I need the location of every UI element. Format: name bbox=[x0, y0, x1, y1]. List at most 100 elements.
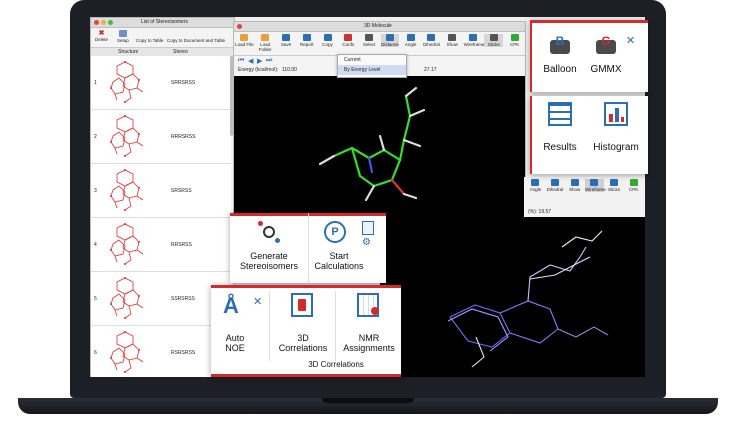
balloon-button[interactable]: B Balloon bbox=[538, 32, 582, 87]
close-dot[interactable] bbox=[94, 20, 99, 25]
toolbar-label: Dihedral bbox=[546, 187, 564, 192]
toolbar-label: Angle bbox=[404, 42, 417, 47]
wireframe-icon bbox=[590, 179, 599, 186]
close-dot[interactable] bbox=[237, 24, 242, 29]
toolbar-label: Copy bbox=[322, 42, 333, 47]
row-number: 3 bbox=[94, 188, 97, 194]
table-row[interactable]: 5 SSRSRSS bbox=[91, 272, 231, 326]
generate-stereoisomers-button[interactable]: Generate Stereoisomers bbox=[234, 221, 304, 281]
first-frame-icon[interactable]: ⏮ bbox=[238, 57, 244, 65]
settings-icon[interactable]: ⚙ bbox=[362, 237, 371, 248]
analysis-panel: Results Histogram bbox=[530, 96, 648, 174]
overlay-viewer[interactable] bbox=[380, 217, 645, 377]
load-file-icon bbox=[240, 34, 249, 41]
toolbar-label: CPK bbox=[509, 42, 520, 47]
last-frame-icon[interactable]: ⏭ bbox=[266, 57, 272, 65]
cpk-icon bbox=[629, 179, 638, 186]
document-icon[interactable] bbox=[362, 221, 374, 235]
right-toolbar-area: Angle Dihedral Show Wireframe Sticks CPK (%):… bbox=[524, 177, 645, 217]
confs-dropdown-menu: Current By Energy Level bbox=[337, 54, 407, 78]
toolbar-button-angle[interactable]: Angle bbox=[401, 34, 420, 47]
prev-frame-icon[interactable]: ◀ bbox=[248, 57, 253, 65]
wireframe-icon bbox=[469, 34, 478, 41]
gmmx-button[interactable]: G GMMX bbox=[584, 32, 628, 87]
sticks-icon bbox=[609, 179, 618, 186]
toolbar-label: Load File bbox=[235, 42, 254, 47]
play-icon[interactable]: ▶ bbox=[257, 57, 262, 65]
gmmx-icon: G bbox=[594, 32, 618, 56]
stereo-value: RRRSRSS bbox=[171, 134, 196, 140]
structure-thumbnail bbox=[103, 168, 149, 212]
setup-button[interactable]: Setup bbox=[117, 30, 129, 43]
right-toolbar-angle[interactable]: Angle bbox=[526, 179, 545, 192]
tools-icon[interactable]: ✕ bbox=[626, 34, 635, 47]
sticks-icon bbox=[489, 34, 498, 41]
row-number: 6 bbox=[94, 350, 97, 356]
stereoisomer-tools-panel: Generate Stereoisomers P ⚙ Start Calcula… bbox=[230, 213, 386, 283]
red-accent-bar bbox=[211, 285, 401, 288]
toolbar-label: Distance bbox=[381, 42, 399, 47]
toolbar-button-load-file[interactable]: Load File bbox=[235, 34, 254, 47]
toolbar-label: Wireframe bbox=[585, 187, 606, 192]
table-row[interactable]: 4 RRSRSS bbox=[91, 218, 231, 272]
copy-to-document-button[interactable]: Copy to Document and Table bbox=[167, 38, 225, 43]
toolbar-button-confs[interactable]: Confs bbox=[339, 34, 358, 47]
nmr-assignments-button[interactable]: NMR Assignments bbox=[339, 293, 399, 359]
3d-correlations-icon bbox=[291, 293, 313, 317]
tools-icon[interactable]: ✕ bbox=[253, 295, 262, 308]
toolbar-label: Show bbox=[569, 187, 581, 192]
window-title: List of Stereoisomers bbox=[141, 19, 188, 25]
toolbar-button-copy[interactable]: Copy bbox=[318, 34, 337, 47]
show-icon bbox=[570, 179, 579, 186]
3d-correlations-button[interactable]: 3D Correlations bbox=[273, 293, 333, 359]
toolbar-button-report[interactable]: Report bbox=[297, 34, 316, 47]
delete-button[interactable]: ✖ Delete bbox=[95, 30, 108, 42]
3d-molecule-window: 3D Molecule Load File Load Folder Save Repo… bbox=[233, 21, 526, 243]
distance-icon bbox=[385, 34, 394, 41]
toolbar-label: Select bbox=[362, 42, 376, 47]
copy-to-table-button[interactable]: Copy to Table bbox=[136, 38, 163, 43]
toolbar-button-select[interactable]: Select bbox=[360, 34, 379, 47]
nmr-line2: Assignments bbox=[343, 343, 395, 353]
auto-noe-button[interactable]: Å ✕ Auto NOE bbox=[215, 293, 271, 359]
structure-thumbnail bbox=[103, 60, 149, 104]
load-folder-icon bbox=[261, 34, 270, 41]
conformer-search-panel: B Balloon G GMMX ✕ bbox=[530, 20, 648, 92]
toolbar-button-sticks[interactable]: Sticks bbox=[484, 34, 504, 47]
table-row[interactable]: 3 SRSRSS bbox=[91, 164, 231, 218]
toolbar-button-show[interactable]: Show bbox=[443, 34, 462, 47]
toolbar-button-wireframe[interactable]: Wireframe bbox=[464, 34, 484, 47]
toolbar-label: Angle bbox=[529, 187, 542, 192]
toolbar-button-save[interactable]: Save bbox=[277, 34, 296, 47]
right-toolbar-dihedral[interactable]: Dihedral bbox=[546, 179, 565, 192]
row-number: 5 bbox=[94, 296, 97, 302]
results-table-icon bbox=[548, 102, 572, 126]
confs-icon bbox=[344, 34, 353, 41]
stereoisomer-icon bbox=[258, 221, 280, 243]
table-row[interactable]: 1 SRRSRSS bbox=[91, 56, 231, 110]
right-toolbar-cpk[interactable]: CPK bbox=[624, 179, 643, 192]
dropdown-item-current[interactable]: Current bbox=[338, 55, 406, 65]
right-toolbar-sticks[interactable]: Sticks bbox=[605, 179, 624, 192]
histogram-button[interactable]: Histogram bbox=[588, 102, 644, 168]
zoom-dot[interactable] bbox=[108, 20, 113, 25]
toolbar-button-distance[interactable]: Distance bbox=[380, 34, 400, 47]
calculation-icon: P bbox=[324, 221, 346, 243]
right-toolbar-wireframe[interactable]: Wireframe bbox=[585, 179, 606, 192]
toolbar-button-dihedral[interactable]: Dihedral bbox=[422, 34, 441, 47]
structure-thumbnail bbox=[103, 330, 149, 374]
stereo-value: SSRSRSS bbox=[171, 296, 195, 302]
gmmx-label: GMMX bbox=[590, 64, 622, 75]
toolbar-button-cpk[interactable]: CPK bbox=[505, 34, 524, 47]
angle-icon bbox=[406, 34, 415, 41]
setup-icon bbox=[118, 30, 127, 37]
right-toolbar-show[interactable]: Show bbox=[565, 179, 584, 192]
table-row[interactable]: 2 RRRSRSS bbox=[91, 110, 231, 164]
toolbar-button-load-folder[interactable]: Load Folder bbox=[256, 34, 275, 52]
dropdown-item-by-energy[interactable]: By Energy Level bbox=[338, 65, 406, 75]
minimize-dot[interactable] bbox=[101, 20, 106, 25]
start-calculations-button[interactable]: P ⚙ Start Calculations bbox=[310, 221, 382, 281]
results-button[interactable]: Results bbox=[538, 102, 582, 168]
toolbar-label: Sticks bbox=[487, 42, 500, 47]
angle-icon bbox=[531, 179, 540, 186]
